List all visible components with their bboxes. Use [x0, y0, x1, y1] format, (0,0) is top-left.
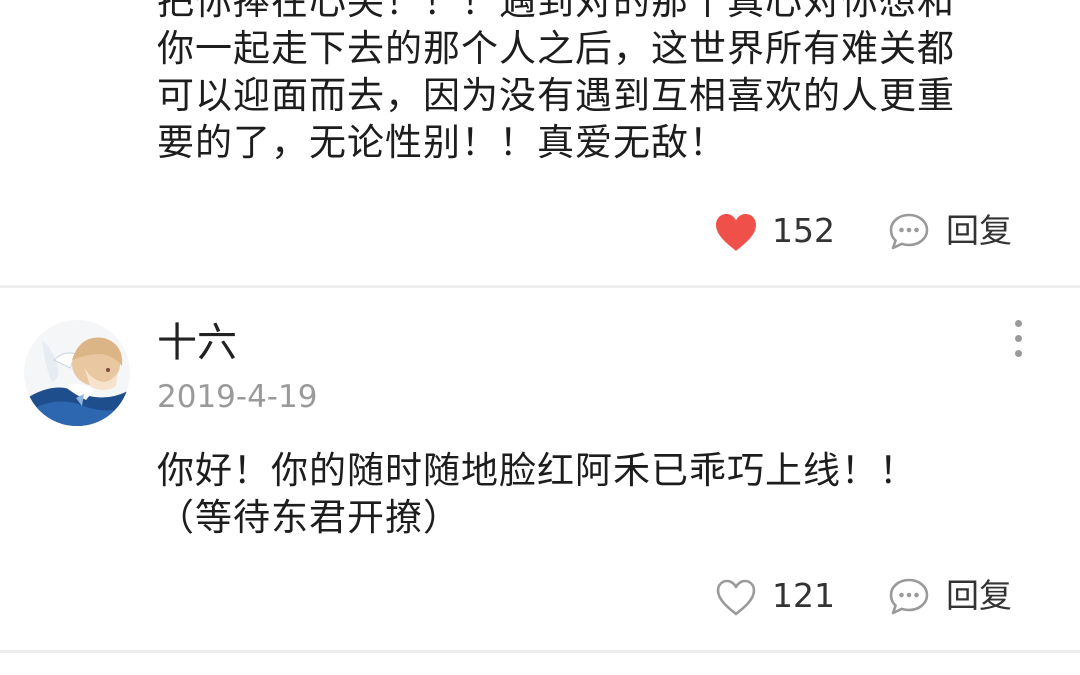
more-options-button[interactable] — [1000, 316, 1040, 362]
speech-bubble-icon — [889, 213, 929, 250]
username[interactable]: 十六 — [157, 320, 237, 366]
avatar[interactable] — [24, 320, 130, 426]
comment-actions: 121 回复 — [700, 566, 1030, 626]
avatar-illustration — [24, 320, 130, 426]
reply-button[interactable]: 回复 — [888, 576, 1028, 616]
comment-actions: 152 回复 — [700, 201, 1030, 261]
comment-text-line: （等待东君开撩） — [157, 496, 461, 539]
comment-text-line: 你好！你的随时随地脸红阿禾已乖巧上线！！ — [157, 449, 917, 492]
comment-text-line: 把你捧在心尖！！！遇到对的那个真心对你想和 — [157, 0, 955, 23]
like-button[interactable]: 152 — [714, 211, 844, 251]
comment-text-line: 要的了，无论性别！！真爱无敌！ — [157, 121, 727, 164]
comment-text: 把你捧在心尖！！！遇到对的那个真心对你想和 你一起走下去的那个人之后，这世界所有… — [157, 0, 955, 166]
like-count: 152 — [772, 211, 835, 250]
divider — [0, 285, 1080, 288]
comment-text-line: 可以迎面而去，因为没有遇到互相喜欢的人更重 — [157, 74, 955, 117]
heart-filled-icon — [716, 214, 756, 251]
comment-date: 2019-4-19 — [157, 379, 318, 415]
speech-bubble-icon — [889, 578, 929, 615]
reply-label: 回复 — [946, 211, 1012, 250]
heart-outline-icon — [716, 579, 756, 616]
reply-label: 回复 — [946, 576, 1012, 615]
like-count: 121 — [772, 576, 835, 615]
comment-text-line: 你一起走下去的那个人之后，这世界所有难关都 — [157, 27, 955, 70]
like-button[interactable]: 121 — [714, 576, 844, 616]
reply-button[interactable]: 回复 — [888, 211, 1028, 251]
comment-text: 你好！你的随时随地脸红阿禾已乖巧上线！！ （等待东君开撩） — [157, 447, 917, 541]
divider — [0, 650, 1080, 653]
comment-feed: 把你捧在心尖！！！遇到对的那个真心对你想和 你一起走下去的那个人之后，这世界所有… — [0, 0, 1080, 675]
